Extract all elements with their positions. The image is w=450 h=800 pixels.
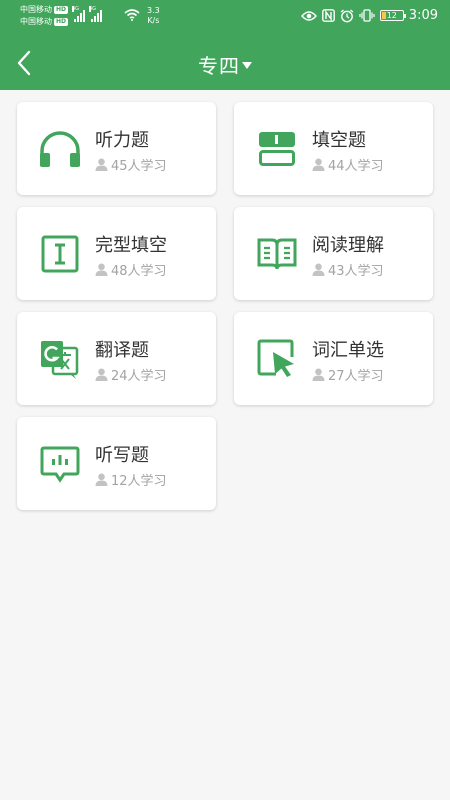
caret-down-icon [242, 61, 252, 69]
carrier-2-label: 中国移动 [20, 17, 52, 26]
card-vocabulary[interactable]: 词汇单选 27人学习 [234, 312, 433, 405]
translate-icon [41, 341, 79, 379]
pointer-select-icon [257, 339, 294, 377]
alarm-icon [340, 8, 354, 22]
card-dictation[interactable]: 听写题 12人学习 [17, 417, 216, 510]
fill-blank-icon [259, 132, 295, 166]
person-icon [95, 263, 108, 276]
battery-icon: 12 [379, 10, 406, 21]
battery-level: 12 [386, 11, 397, 20]
learner-count: 24人学习 [111, 369, 167, 384]
person-icon [312, 263, 325, 276]
wifi-icon [124, 9, 140, 21]
card-fill-blank[interactable]: 填空题 44人学习 [234, 102, 433, 195]
card-label: 听力题 [95, 130, 149, 151]
person-icon [312, 158, 325, 171]
hd-badge: HD [54, 6, 69, 14]
learner-count: 44人学习 [328, 159, 384, 174]
person-icon [95, 473, 108, 486]
carrier-1-label: 中国移动 [20, 5, 52, 14]
vibrate-icon [359, 9, 375, 22]
person-icon [312, 368, 325, 381]
card-label: 填空题 [312, 130, 366, 151]
card-reading[interactable]: 阅读理解 43人学习 [234, 207, 433, 300]
headphones-icon [40, 131, 80, 167]
dictation-icon [40, 446, 80, 483]
eye-icon [300, 10, 317, 21]
card-label: 翻译题 [95, 340, 149, 361]
network-type-label: 4G [89, 6, 97, 12]
person-icon [95, 368, 108, 381]
card-label: 听写题 [95, 445, 149, 466]
carrier-info: 中国移动 HD 中国移动 HD [20, 4, 69, 28]
network-type-label: 4G [72, 6, 80, 12]
learner-count: 48人学习 [111, 264, 167, 279]
open-book-icon [257, 238, 297, 270]
signal-strength: 4G 4G [72, 6, 102, 22]
learner-count: 43人学习 [328, 264, 384, 279]
card-listening[interactable]: 听力题 45人学习 [17, 102, 216, 195]
learner-count: 45人学习 [111, 159, 167, 174]
status-right: 12 3:09 [300, 8, 438, 23]
card-label: 阅读理解 [312, 235, 384, 256]
status-bar: 中国移动 HD 中国移动 HD 4G 4G 3.3 K/s 12 3:09 [0, 0, 450, 34]
text-cursor-icon [41, 235, 79, 273]
person-icon [95, 158, 108, 171]
learner-count: 27人学习 [328, 369, 384, 384]
signal-icon: 4G [89, 6, 102, 22]
signal-icon: 4G [72, 6, 85, 22]
speed-value: 3.3 [147, 6, 160, 15]
level-selector[interactable]: 专四 [0, 48, 450, 80]
card-label: 词汇单选 [312, 340, 384, 361]
card-translation[interactable]: 翻译题 24人学习 [17, 312, 216, 405]
speed-unit: K/s [147, 16, 160, 25]
card-label: 完型填空 [95, 235, 167, 256]
card-cloze[interactable]: 完型填空 48人学习 [17, 207, 216, 300]
top-app-bar: 中国移动 HD 中国移动 HD 4G 4G 3.3 K/s 12 3:09 专四 [0, 0, 450, 90]
network-speed: 3.3 K/s [147, 6, 160, 26]
learner-count: 12人学习 [111, 474, 167, 489]
hd-badge: HD [54, 18, 69, 26]
page-title: 专四 [198, 53, 240, 78]
nfc-icon [321, 9, 335, 22]
status-time: 3:09 [408, 8, 438, 23]
